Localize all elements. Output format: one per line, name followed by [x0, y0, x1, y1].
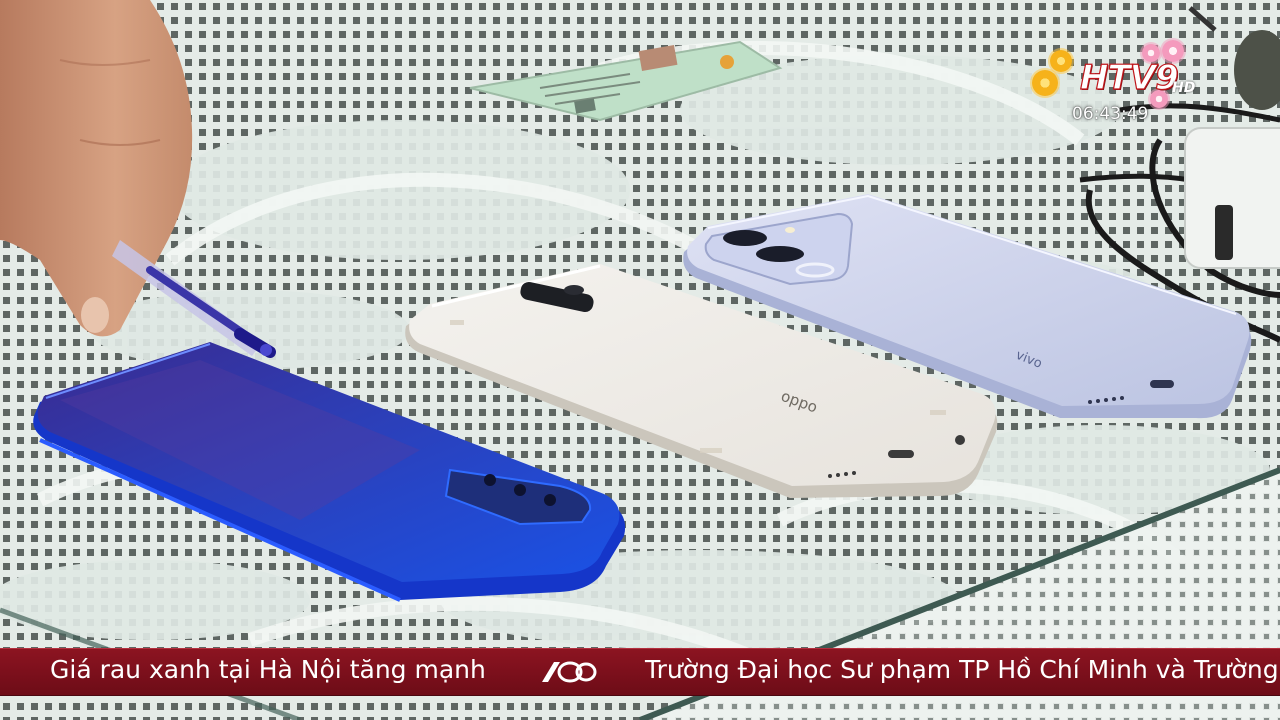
channel-logo: HTV9 HD 06:43:49: [1032, 40, 1202, 124]
ticker-headline-left: Giá rau xanh tại Hà Nội tăng mạnh: [50, 655, 486, 684]
flower-icon: [1032, 70, 1058, 96]
ticker-separator-logo: [538, 658, 598, 686]
anniversary-logo-icon: [542, 661, 597, 683]
news-ticker: Giá rau xanh tại Hà Nội tăng mạnh Trường…: [0, 648, 1280, 696]
channel-name: HTV9: [1079, 57, 1179, 98]
hd-badge: HD: [1172, 80, 1196, 96]
broadcast-clock: 06:43:49: [1072, 104, 1149, 124]
flower-icon: [1050, 50, 1072, 72]
ticker-headline-right: Trường Đại học Sư phạm TP Hồ Chí Minh và…: [645, 655, 1279, 684]
